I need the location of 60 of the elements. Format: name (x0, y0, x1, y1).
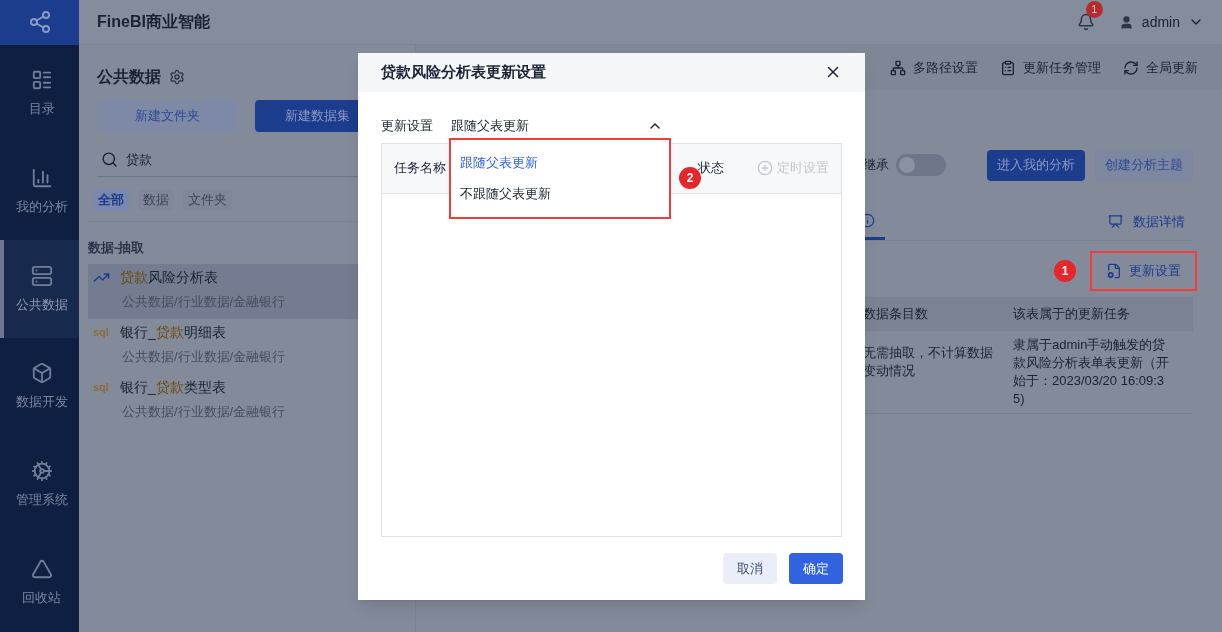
user-menu[interactable]: admin (1118, 11, 1204, 33)
table-cell-text: 无需抽取，不计算数据变动情况 (863, 344, 994, 380)
dropdown-option[interactable]: 跟随父表更新 (460, 152, 660, 173)
dialog-title: 贷款风险分析表更新设置 (381, 62, 546, 83)
update-mode-select[interactable]: 跟随父表更新 (451, 115, 663, 136)
column-header: 任务名称 (394, 159, 446, 178)
sql-icon: sql (93, 324, 110, 341)
triangle-icon (30, 558, 53, 581)
dropdown-option[interactable]: 不跟随父表更新 (460, 184, 660, 204)
item-name: 贷款风险分析表 (120, 268, 218, 287)
nav-item[interactable]: 回收站 (0, 534, 79, 632)
toolbar-button[interactable]: 多路径设置 (890, 57, 978, 78)
logo-icon (27, 10, 52, 35)
table-cell-text: 隶属于admin手动触发的贷款风险分析表单表更新（开始于：2023/03/20 16:09:35) (1012, 336, 1170, 408)
clipboard-icon (1000, 59, 1016, 76)
nav-item[interactable]: 公共数据 (0, 240, 79, 339)
search-icon (101, 151, 118, 168)
filter-tab[interactable]: 数据 (138, 189, 174, 211)
bar-chart-icon (30, 166, 53, 189)
item-name: 银行_贷款类型表 (120, 378, 226, 397)
chart-board-icon (1108, 214, 1123, 229)
inherit-switch[interactable] (896, 154, 946, 176)
settings-icon[interactable] (169, 69, 185, 85)
toolbar-button[interactable]: 全局更新 (1123, 57, 1198, 78)
nav-item[interactable]: 我的分析 (0, 142, 79, 241)
panel-title: 公共数据 (97, 67, 161, 87)
confirm-button[interactable]: 确定 (789, 552, 843, 584)
sql-icon: sql (93, 379, 110, 396)
update-settings-button[interactable]: 更新设置 (1090, 251, 1197, 291)
item-path: 公共数据/行业数据/金融银行 (122, 402, 287, 421)
cancel-button[interactable]: 取消 (723, 552, 777, 584)
bell-icon (1076, 13, 1095, 31)
plus-circle-icon (757, 160, 773, 177)
data-detail-tab[interactable]: 数据详情 (1108, 211, 1185, 232)
step-marker: 1 (1054, 260, 1076, 282)
item-name: 银行_贷款明细表 (120, 323, 226, 342)
nav-item[interactable]: 目录 (0, 44, 79, 143)
field-label: 更新设置 (381, 116, 433, 135)
filter-tab[interactable]: 文件夹 (183, 189, 232, 211)
user-icon (1118, 14, 1134, 30)
column-header: 该表属于的更新任务 (1012, 305, 1131, 324)
hierarchy-icon (890, 59, 906, 76)
item-path: 公共数据/行业数据/金融银行 (122, 347, 287, 366)
server-icon (30, 264, 53, 287)
create-topic-button[interactable]: 创建分析主题 (1095, 149, 1193, 181)
gear-icon (30, 460, 53, 483)
nav-item[interactable]: 数据开发 (0, 338, 79, 437)
app-title: FineBI商业智能 (97, 12, 210, 32)
toolbar-button[interactable]: 更新任务管理 (1000, 57, 1101, 78)
nav-item[interactable]: 管理系统 (0, 436, 79, 535)
refresh-icon (1123, 59, 1139, 76)
list-icon (30, 68, 53, 91)
enter-analysis-button[interactable]: 进入我的分析 (987, 149, 1085, 181)
file-gear-icon (1106, 263, 1122, 279)
notification-button[interactable] (1076, 13, 1095, 31)
filter-tab[interactable]: 全部 (93, 189, 129, 211)
cube-icon (30, 362, 53, 385)
section-title: 数据-抽取 (88, 239, 146, 257)
new-folder-button[interactable]: 新建文件夹 (97, 100, 237, 132)
notification-count: 1 (1085, 1, 1103, 18)
